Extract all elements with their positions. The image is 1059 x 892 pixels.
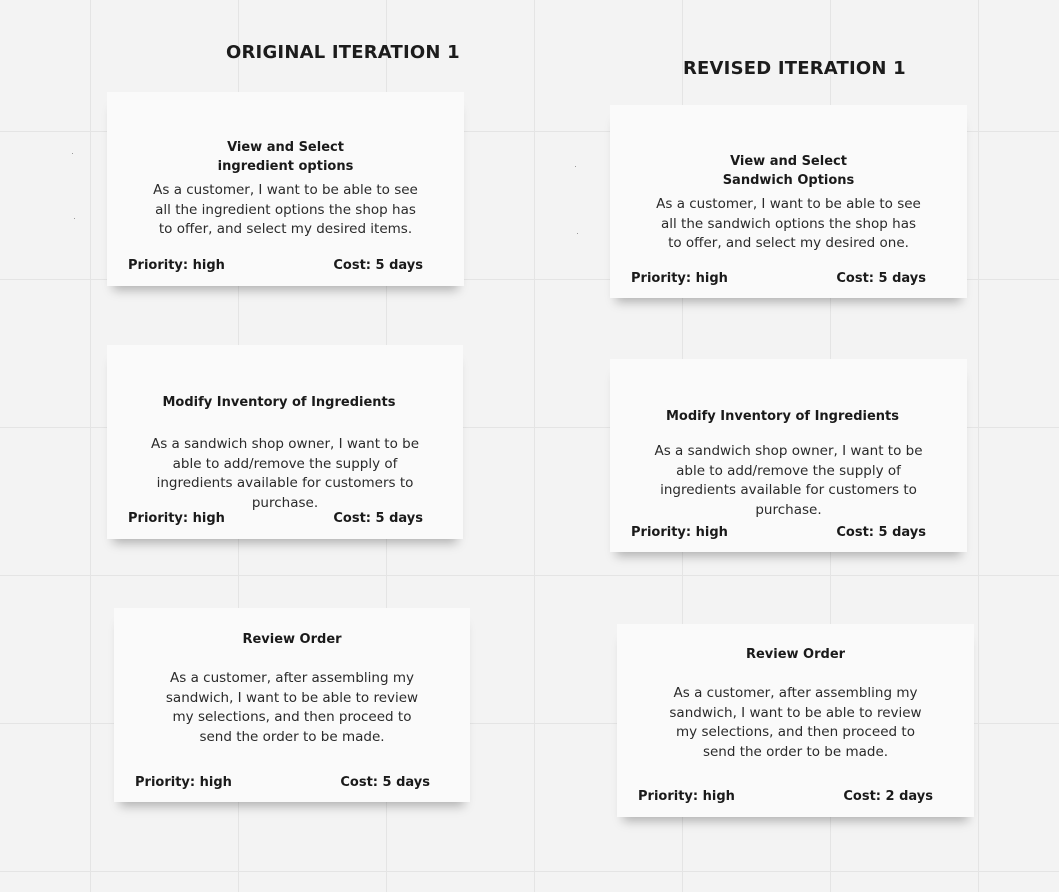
story-card-view-select-sandwiches[interactable]: View and Select Sandwich Options As a cu… [610, 105, 967, 298]
card-priority: Priority: high [638, 789, 735, 804]
card-cost: Cost: 5 days [333, 511, 423, 526]
card-description-line: my selections, and then proceed to [676, 724, 915, 740]
story-card-review-order[interactable]: Review Order As a customer, after assemb… [114, 608, 470, 802]
card-description: As a customer, I want to be able to see … [107, 181, 464, 240]
story-card-modify-inventory-revised[interactable]: Modify Inventory of Ingredients As a san… [610, 359, 967, 552]
card-title: Review Order [114, 630, 470, 649]
card-description-line: all the sandwich options the shop has [660, 215, 917, 232]
card-description-line: all the ingredient options the shop has [155, 201, 416, 218]
story-card-modify-inventory[interactable]: Modify Inventory of Ingredients As a san… [107, 345, 463, 539]
card-title-line: View and Select [730, 154, 847, 169]
card-priority: Priority: high [128, 258, 225, 273]
card-priority: Priority: high [631, 271, 728, 286]
card-title: Review Order [617, 645, 974, 664]
card-title: Modify Inventory of Ingredients [598, 407, 967, 426]
card-description-line: As a customer, after assembling my [673, 685, 918, 701]
canvas-dot [577, 233, 578, 234]
card-title: View and Select ingredient options [107, 138, 464, 176]
card-description-line: ingredients available for customers to [660, 482, 917, 498]
card-description-line: sandwich, I want to be able to review [669, 704, 922, 721]
card-description: As a customer, after assembling my sandw… [114, 669, 470, 747]
card-description-line: As a customer, I want to be able to see [656, 196, 921, 212]
card-title-line: Modify Inventory of Ingredients [162, 395, 396, 410]
canvas-dot [72, 153, 73, 154]
card-description-line: purchase. [755, 501, 822, 518]
canvas-dot [74, 218, 75, 219]
card-priority: Priority: high [128, 511, 225, 526]
card-description-line: As a customer, after assembling my [170, 670, 414, 686]
card-title-line: View and Select [227, 140, 344, 155]
card-description: As a sandwich shop owner, I want to be a… [610, 442, 967, 520]
card-description-line: send the order to be made. [199, 728, 385, 745]
card-title-line: Modify Inventory of Ingredients [665, 409, 899, 424]
card-cost: Cost: 5 days [333, 258, 423, 273]
card-description: As a customer, after assembling my sandw… [617, 684, 974, 762]
card-cost: Cost: 5 days [340, 775, 430, 790]
card-priority: Priority: high [631, 525, 728, 540]
card-description-line: my selections, and then proceed to [172, 709, 412, 725]
card-title: Modify Inventory of Ingredients [95, 393, 463, 412]
card-description-line: able to add/remove the supply of [172, 455, 398, 472]
card-description-line: sandwich, I want to be able to review [165, 689, 419, 706]
card-cost: Cost: 5 days [836, 271, 926, 286]
card-description-line: As a sandwich shop owner, I want to be [654, 443, 923, 459]
card-title-line: Review Order [745, 647, 846, 662]
card-description-line: able to add/remove the supply of [676, 462, 901, 479]
revised-iteration-heading: REVISED ITERATION 1 [683, 58, 906, 79]
card-priority: Priority: high [135, 775, 232, 790]
card-cost: Cost: 5 days [836, 525, 926, 540]
card-description-line: send the order to be made. [702, 743, 889, 760]
card-cost: Cost: 2 days [843, 789, 933, 804]
card-description-line: ingredients available for customers to [156, 475, 414, 491]
card-title-line: ingredient options [217, 159, 354, 174]
canvas-dot [575, 166, 576, 167]
story-card-view-select-ingredients[interactable]: View and Select ingredient options As a … [107, 92, 464, 286]
card-description: As a sandwich shop owner, I want to be a… [107, 435, 463, 513]
card-description-line: to offer, and select my desired one. [668, 235, 909, 251]
card-description: As a customer, I want to be able to see … [610, 195, 967, 254]
original-iteration-heading: ORIGINAL ITERATION 1 [226, 42, 460, 63]
card-description-line: As a customer, I want to be able to see [153, 182, 418, 198]
story-card-review-order-revised[interactable]: Review Order As a customer, after assemb… [617, 624, 974, 817]
card-description-line: to offer, and select my desired items. [158, 221, 413, 237]
card-title: View and Select Sandwich Options [610, 152, 967, 190]
card-title-line: Review Order [242, 632, 342, 647]
card-title-line: Sandwich Options [722, 173, 855, 188]
card-description-line: As a sandwich shop owner, I want to be [150, 436, 420, 452]
